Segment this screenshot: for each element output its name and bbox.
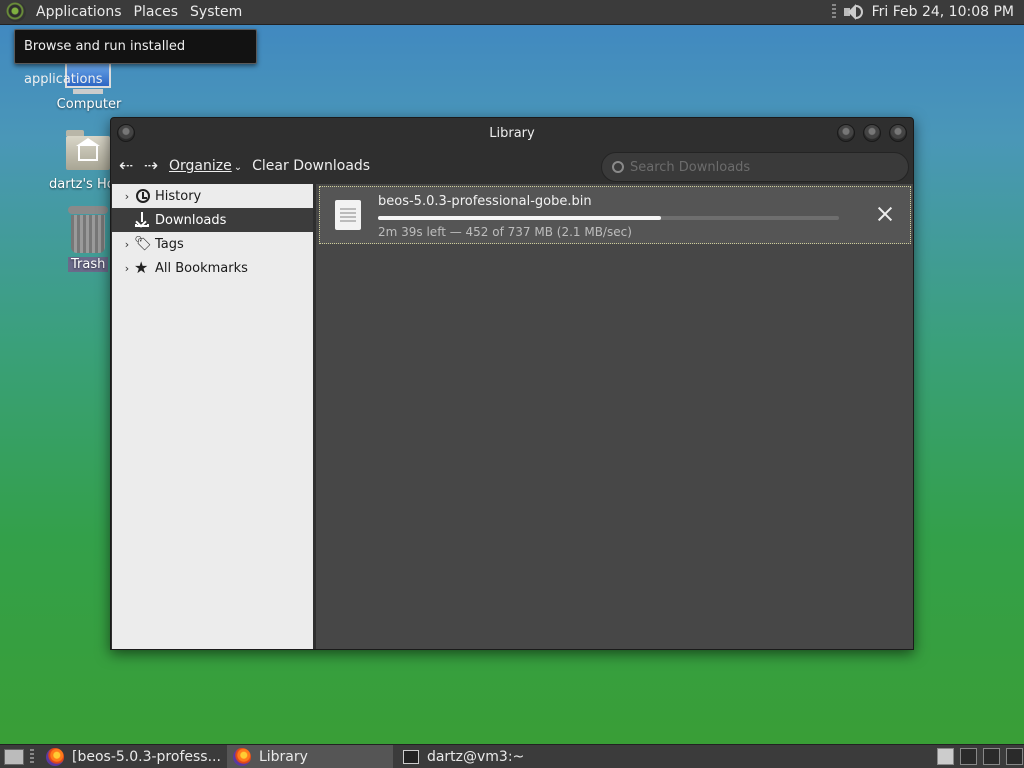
downloads-list: beos-5.0.3-professional-gobe.bin 2m 39s … [316,184,913,649]
panel-tray: Fri Feb 24, 10:08 PM [831,0,1024,25]
main-menu: Applications Places System [0,0,248,25]
library-toolbar: ⇠ ⇢ Organize ⌄ Clear Downloads [111,150,913,182]
sidebar-item-all-bookmarks[interactable]: › ★ All Bookmarks [112,256,313,280]
menu-applications[interactable]: Applications [30,0,128,25]
download-status: 2m 39s left — 452 of 737 MB (2.1 MB/sec) [378,225,632,239]
history-clock-icon [136,189,150,203]
chevron-right-icon[interactable]: › [120,190,134,203]
task-label: Library [258,748,308,765]
organize-button[interactable]: Organize ⌄ [169,158,242,174]
chevron-right-icon[interactable]: › [120,262,134,275]
terminal-icon [402,749,419,764]
close-button[interactable] [889,124,907,142]
sidebar-item-label: History [155,188,202,204]
home-folder-label[interactable]: dartz's Ho [49,177,111,192]
bottom-panel: [beos-5.0.3-profess... Library dartz@vm3… [0,744,1024,768]
clear-downloads-button[interactable]: Clear Downloads [252,158,370,174]
maximize-button[interactable] [863,124,881,142]
menu-system[interactable]: System [184,0,248,25]
back-icon[interactable]: ⇠ [115,155,137,177]
task-library[interactable]: Library [226,744,393,768]
minimize-button[interactable] [837,124,855,142]
panel-clock[interactable]: Fri Feb 24, 10:08 PM [872,4,1014,20]
chevron-right-icon[interactable]: › [120,238,134,251]
window-titlebar[interactable]: Library [111,118,913,150]
library-window: Library ⇠ ⇢ Organize⌄ Clear Downloads › … [110,117,914,650]
sidebar-item-tags[interactable]: › 🏷︎ Tags [112,232,313,256]
trash-label[interactable]: Trash [68,257,109,272]
volume-icon[interactable] [842,2,864,22]
window-menu-button[interactable] [117,124,135,142]
workspace-3[interactable] [983,748,1000,765]
task-label: [beos-5.0.3-profess... [72,748,221,765]
download-progress-fill [378,216,661,220]
task-terminal[interactable]: dartz@vm3:~ [393,745,530,768]
search-downloads-field[interactable] [601,152,909,182]
chevron-down-icon: ⌄ [233,162,243,173]
sidebar-item-label: Downloads [155,212,227,228]
download-item[interactable]: beos-5.0.3-professional-gobe.bin 2m 39s … [319,186,911,244]
distro-logo-icon[interactable] [6,2,26,22]
sidebar-item-label: All Bookmarks [155,260,248,276]
task-label: dartz@vm3:~ [426,748,525,765]
panel-grip-handle[interactable] [831,4,836,20]
workspace-1[interactable] [937,748,954,765]
tag-icon: 🏷︎ [134,236,152,252]
search-input[interactable] [630,159,890,175]
star-icon: ★ [134,258,149,277]
show-desktop-icon[interactable] [4,748,24,765]
home-folder-icon[interactable] [66,130,110,170]
trash-icon[interactable] [68,206,108,254]
applications-tooltip: Browse and run installed applications [14,29,257,87]
download-filename: beos-5.0.3-professional-gobe.bin [378,194,592,209]
sidebar-item-history[interactable]: › History [112,184,313,208]
library-sidebar: › History Downloads › 🏷︎ Tags › ★ All Bo… [112,184,313,649]
firefox-icon [232,747,251,766]
menu-places[interactable]: Places [128,0,185,25]
computer-label[interactable]: Computer [52,97,126,112]
sidebar-item-label: Tags [155,236,184,252]
sidebar-item-downloads[interactable]: Downloads [112,208,313,232]
top-panel: Applications Places System Fri Feb 24, 1… [0,0,1024,25]
workspace-4[interactable] [1006,748,1023,765]
document-file-icon [335,200,361,230]
forward-icon[interactable]: ⇢ [140,155,162,177]
task-download-window[interactable]: [beos-5.0.3-profess... [40,745,227,768]
firefox-icon [46,747,64,766]
download-icon [134,211,152,229]
search-icon [612,161,624,173]
window-title: Library [489,126,535,141]
cancel-download-close-icon[interactable] [876,205,894,223]
download-progress-bar [378,216,839,220]
workspace-2[interactable] [960,748,977,765]
taskbar-grip-handle[interactable] [30,748,34,765]
